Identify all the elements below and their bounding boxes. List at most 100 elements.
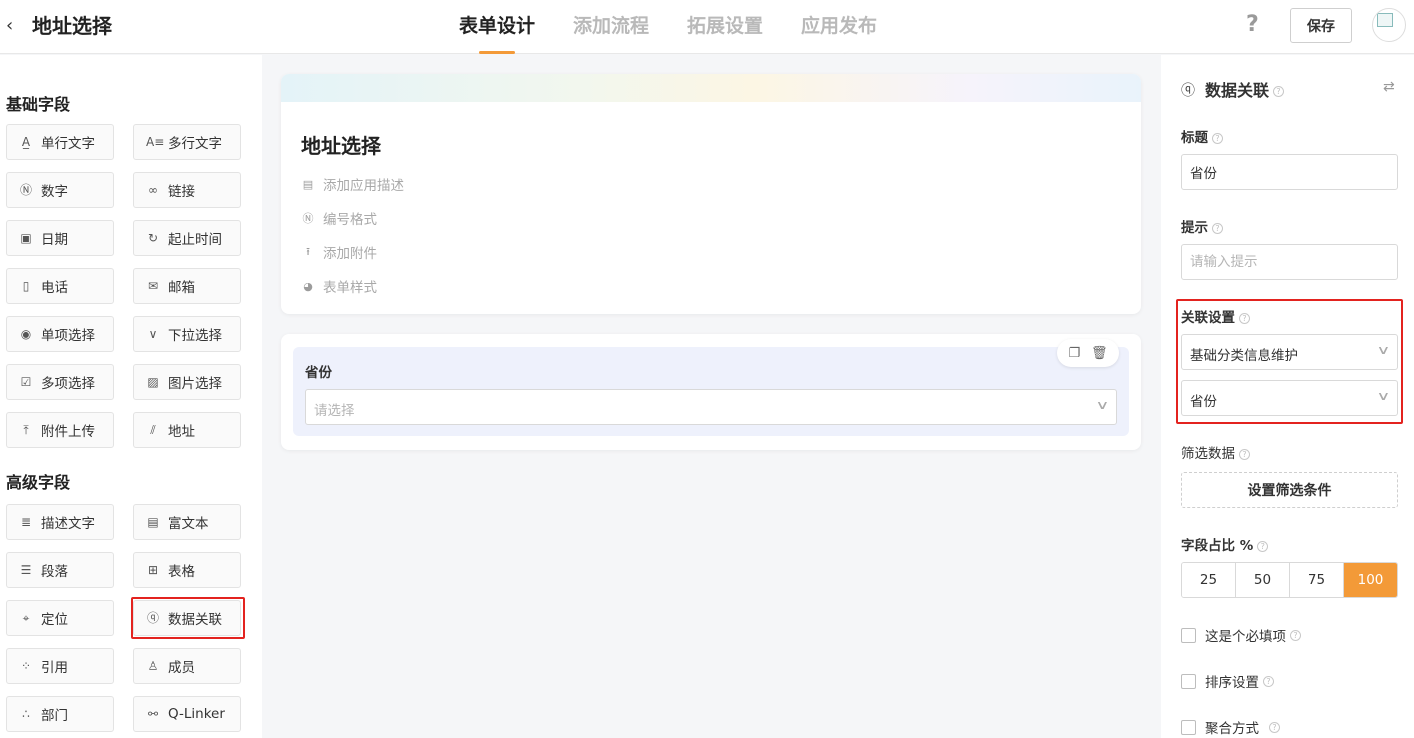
assoc-field-select[interactable]: 省份 ∨: [1181, 380, 1398, 416]
select-placeholder: 请选择: [314, 403, 355, 419]
field-date[interactable]: ▣ 日期: [6, 220, 114, 256]
help-icon[interactable]: ?: [1212, 132, 1223, 144]
selected-field[interactable]: ❐ 🗑 省份 请选择 ∨: [293, 339, 1129, 436]
delete-icon[interactable]: 🗑: [1091, 346, 1108, 361]
field-label: 多项选择: [41, 376, 95, 392]
field-upload[interactable]: ⤒ 附件上传: [6, 412, 114, 448]
meta-label: 编号格式: [323, 212, 377, 228]
panel-title: 数据关联?: [1205, 77, 1285, 101]
field-time-range[interactable]: ↻ 起止时间: [133, 220, 241, 256]
assoc-field-value: 省份: [1190, 394, 1217, 410]
back-icon[interactable]: ‹: [6, 16, 22, 36]
image-icon: ▨: [147, 375, 159, 389]
field-image-select[interactable]: ▨ 图片选择: [133, 364, 241, 400]
field-department[interactable]: ∴ 部门: [6, 696, 114, 732]
sort-checkbox[interactable]: [1181, 673, 1196, 689]
set-filter-button[interactable]: 设置筛选条件: [1181, 472, 1398, 508]
help-icon[interactable]: ?: [1273, 86, 1285, 97]
help-icon[interactable]: ?: [1257, 540, 1269, 552]
field-number[interactable]: Ⓝ 数字: [6, 172, 114, 208]
sort-checkbox-row[interactable]: 排序设置 ?: [1181, 671, 1274, 691]
field-data-link[interactable]: ⓠ 数据关联: [133, 600, 241, 636]
field-single-line-text[interactable]: A̲ 单行文字: [6, 124, 114, 160]
field-radio[interactable]: ◉ 单项选择: [6, 316, 114, 352]
help-icon[interactable]: ?: [1290, 629, 1301, 641]
field-label: 段落: [41, 564, 68, 580]
field-label: 电话: [41, 280, 68, 296]
number-format-icon: Ⓝ: [302, 212, 314, 225]
add-description-link[interactable]: ▤ 添加应用描述: [301, 174, 404, 195]
field-label: 引用: [41, 660, 68, 676]
field-palette: 基础字段 A̲ 单行文字 A≡ 多行文字 Ⓝ 数字 ∞ 链接 ▣ 日期 ↻ 起止…: [0, 55, 262, 738]
required-checkbox[interactable]: [1181, 627, 1196, 643]
ratio-25[interactable]: 25: [1182, 563, 1236, 597]
tab-form-design[interactable]: 表单设计: [459, 0, 535, 54]
number-format-link[interactable]: Ⓝ 编号格式: [301, 208, 378, 228]
field-label: 描述文字: [41, 516, 95, 532]
help-icon[interactable]: ?: [1239, 312, 1250, 324]
field-label: 链接: [168, 184, 195, 200]
field-label: 地址: [168, 424, 195, 440]
field-paragraph[interactable]: ☰ 段落: [6, 552, 114, 588]
upload-icon: ⤒: [23, 423, 29, 437]
time-range-icon: ↻: [147, 231, 159, 245]
help-icon[interactable]: ?: [1239, 448, 1250, 460]
hint-label: 提示?: [1181, 216, 1223, 236]
required-checkbox-row[interactable]: 这是个必填项 ?: [1181, 625, 1301, 645]
field-label: 表格: [168, 564, 195, 580]
help-icon[interactable]: ?: [1212, 222, 1223, 234]
field-reference[interactable]: ⁘ 引用: [6, 648, 114, 684]
field-description[interactable]: ≣ 描述文字: [6, 504, 114, 540]
help-icon[interactable]: ?: [1269, 721, 1280, 733]
field-multi-line-text[interactable]: A≡ 多行文字: [133, 124, 241, 160]
help-icon[interactable]: ?: [1263, 675, 1274, 687]
rich-text-icon: ▤: [147, 515, 159, 529]
assoc-form-select[interactable]: 基础分类信息维护 ∨: [1181, 334, 1398, 370]
form-style-link[interactable]: ◕ 表单样式: [301, 276, 377, 297]
field-phone[interactable]: ▯ 电话: [6, 268, 114, 304]
add-attachment-link[interactable]: ⭱ 添加附件: [301, 242, 377, 263]
province-select[interactable]: 请选择 ∨: [305, 389, 1117, 425]
ratio-100[interactable]: 100: [1344, 563, 1397, 597]
app-title: 地址选择: [32, 14, 112, 38]
field-address[interactable]: ⫽ 地址: [133, 412, 241, 448]
assoc-settings-label: 关联设置?: [1181, 306, 1250, 326]
aggregate-checkbox[interactable]: [1181, 719, 1196, 735]
tab-add-process[interactable]: 添加流程: [573, 0, 649, 54]
number-icon: Ⓝ: [19, 183, 32, 197]
form-title[interactable]: 地址选择: [301, 130, 381, 159]
field-mail[interactable]: ✉ 邮箱: [133, 268, 241, 304]
help-icon[interactable]: ?: [1246, 12, 1259, 38]
field-label: 数据关联: [168, 612, 222, 628]
tab-app-publish[interactable]: 应用发布: [801, 0, 877, 54]
field-table[interactable]: ⊞ 表格: [133, 552, 241, 588]
copy-icon[interactable]: ❐: [1068, 346, 1080, 361]
calendar-icon: ▣: [20, 231, 32, 245]
hint-input[interactable]: [1181, 244, 1398, 280]
aggregate-checkbox-row[interactable]: 聚合方式 ?: [1181, 717, 1280, 737]
palette-icon: ◕: [303, 279, 313, 293]
ratio-50[interactable]: 50: [1236, 563, 1290, 597]
field-label: 数字: [41, 184, 68, 200]
ratio-75[interactable]: 75: [1290, 563, 1344, 597]
panel-title-text: 数据关联: [1205, 81, 1270, 100]
field-rich-text[interactable]: ▤ 富文本: [133, 504, 241, 540]
field-checkbox[interactable]: ☑ 多项选择: [6, 364, 114, 400]
avatar[interactable]: [1372, 8, 1406, 42]
single-line-text-icon: A̲: [21, 135, 31, 149]
department-icon: ∴: [22, 707, 30, 721]
title-input[interactable]: [1181, 154, 1398, 190]
field-member[interactable]: ♙ 成员: [133, 648, 241, 684]
field-q-linker[interactable]: ⚯ Q-Linker: [133, 696, 241, 732]
tab-extension-settings[interactable]: 拓展设置: [687, 0, 763, 54]
field-dropdown[interactable]: ∨ 下拉选择: [133, 316, 241, 352]
checkbox-icon: ☑: [20, 375, 32, 389]
filter-data-label: 筛选数据?: [1181, 442, 1250, 462]
swap-icon[interactable]: ⇄: [1383, 79, 1395, 95]
data-link-icon: ⓠ: [146, 611, 159, 625]
field-link[interactable]: ∞ 链接: [133, 172, 241, 208]
field-location[interactable]: ⌖ 定位: [6, 600, 114, 636]
checkbox-label: 这是个必填项: [1205, 629, 1286, 645]
label-text: 提示: [1181, 220, 1208, 236]
save-button[interactable]: 保存: [1290, 8, 1352, 43]
